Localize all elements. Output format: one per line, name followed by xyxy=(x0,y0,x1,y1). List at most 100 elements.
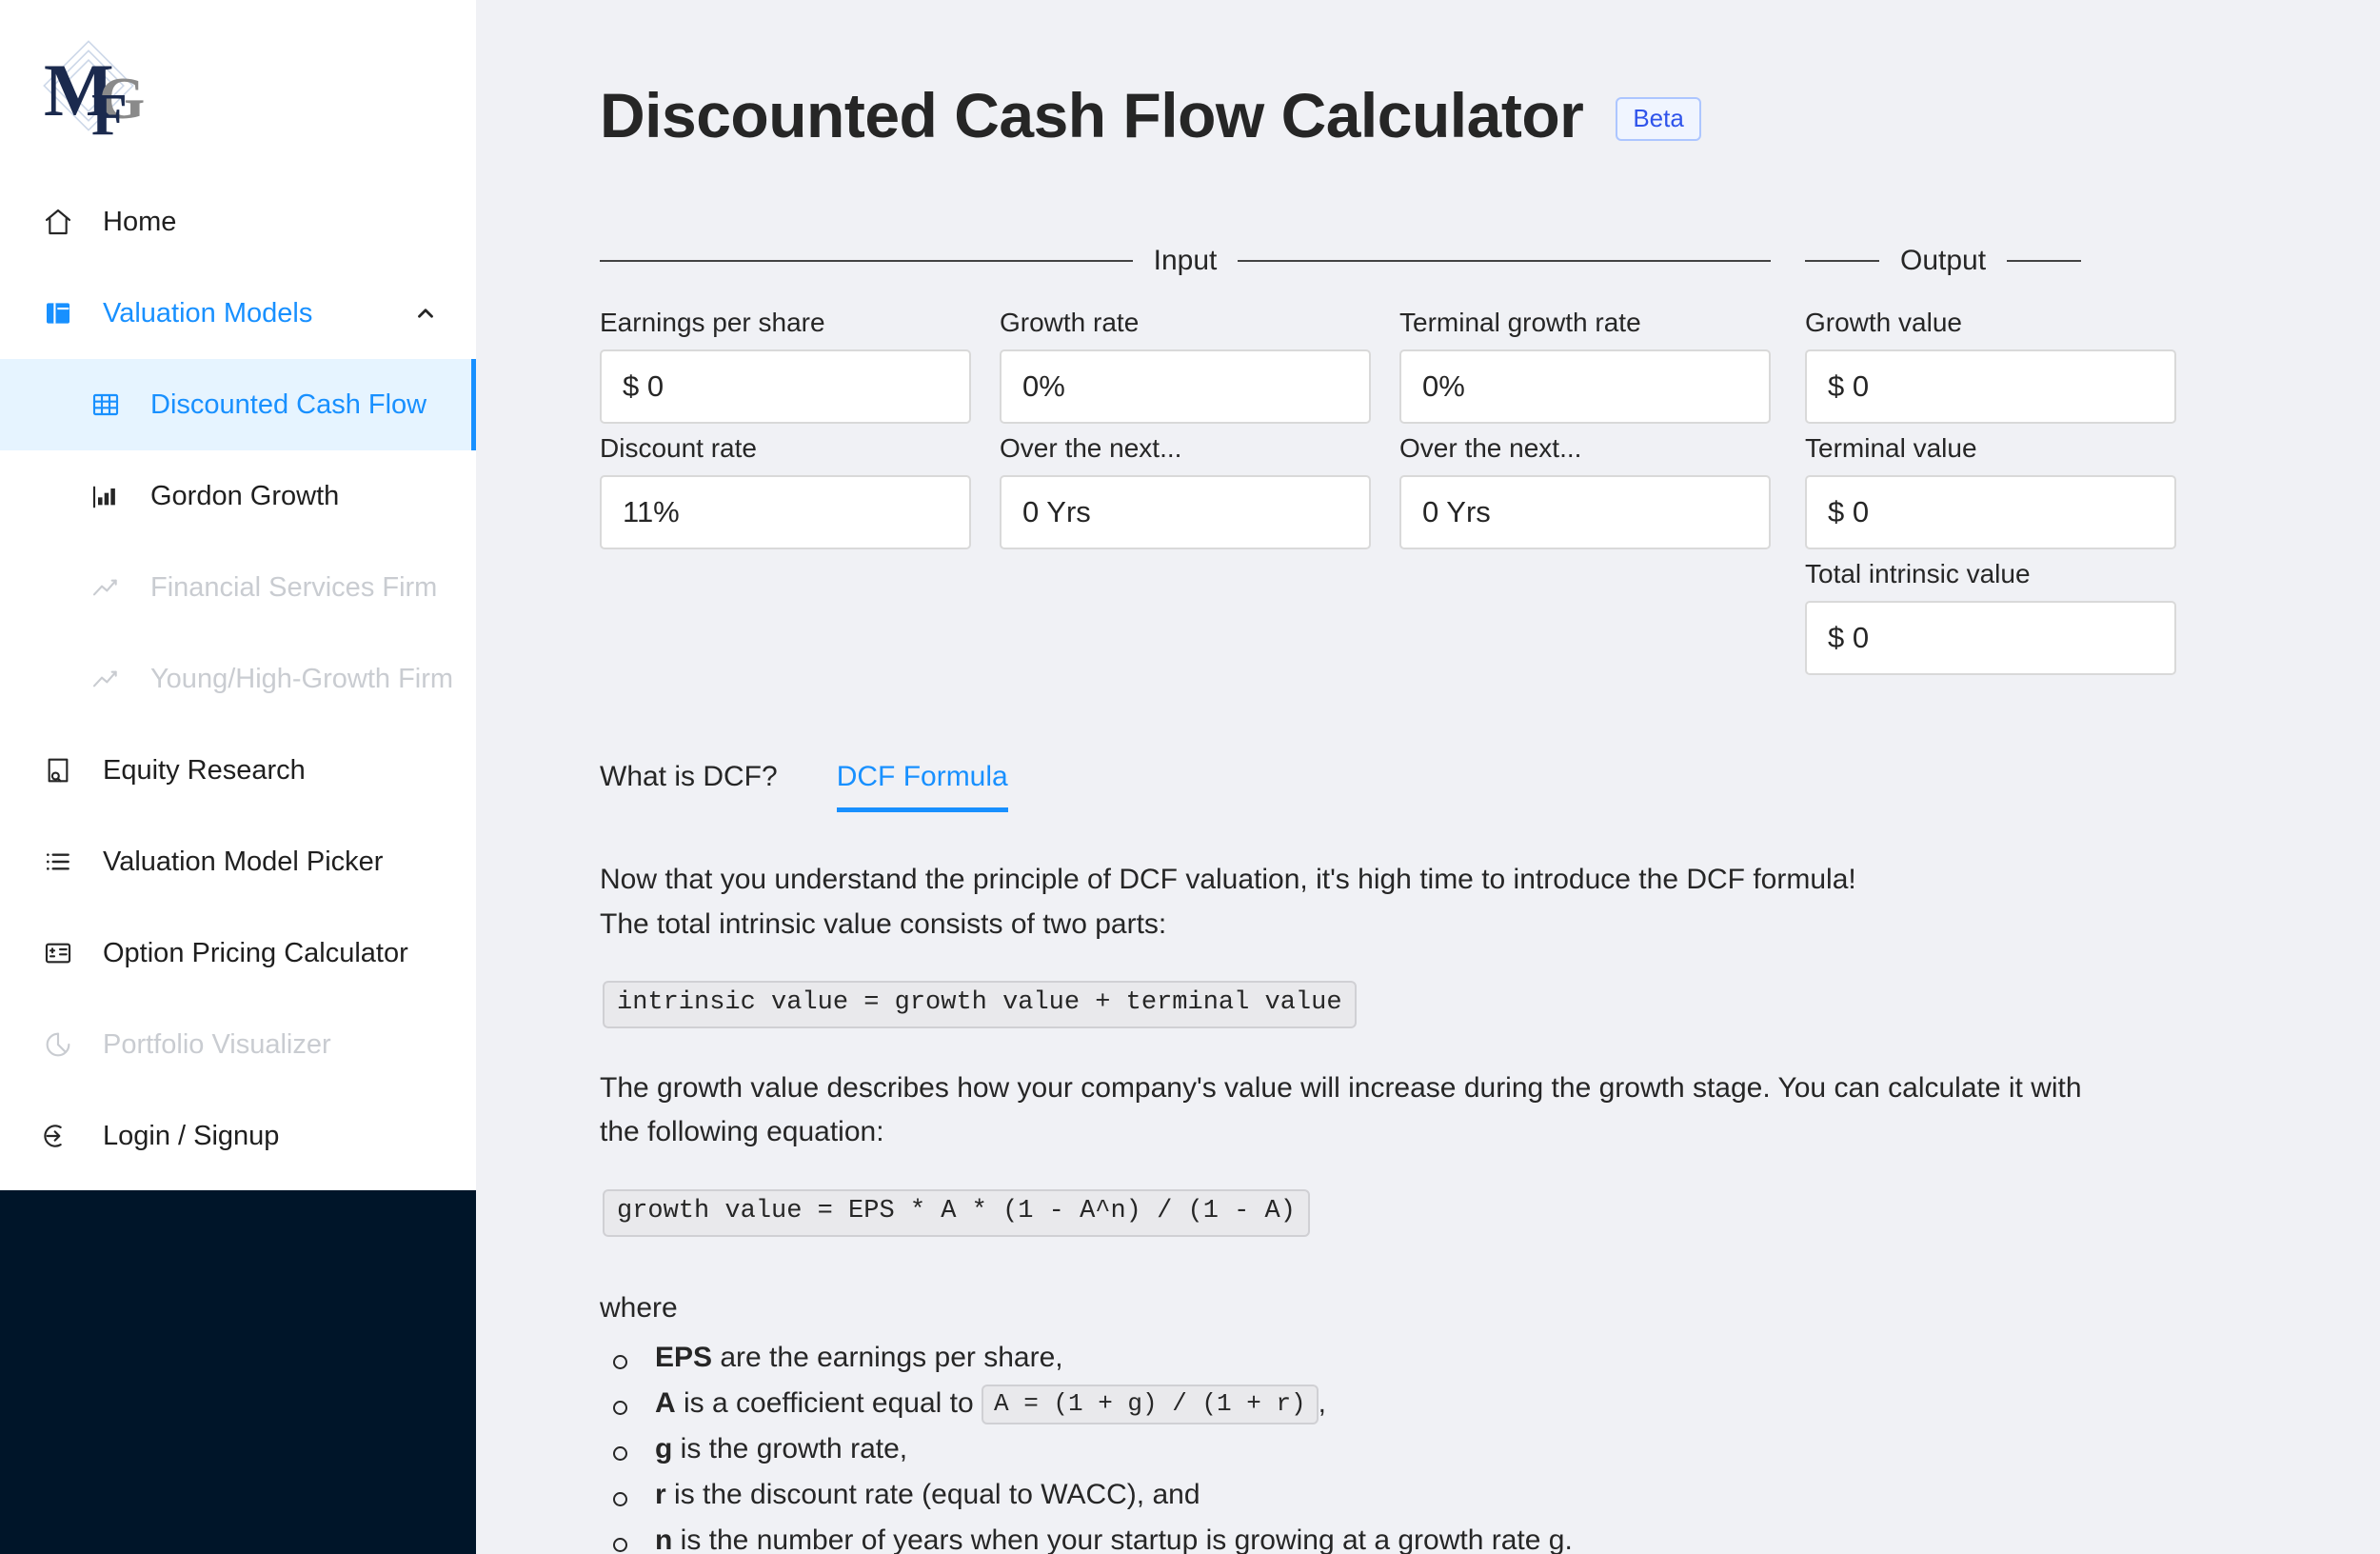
field-label: Discount rate xyxy=(600,433,757,463)
sidebar-nav: Home Valuation Models Discounted Cash Fl… xyxy=(0,176,476,1182)
sidebar-item-label: Home xyxy=(103,206,177,237)
field-label: Earnings per share xyxy=(600,308,825,337)
earnings-per-share-input[interactable]: $ 0 xyxy=(600,349,971,424)
code-growth-value: growth value = EPS * A * (1 - A^n) / (1 … xyxy=(603,1188,1310,1237)
input-column-2: Growth rate 0% Over the next... 0 Yrs xyxy=(1000,309,1371,549)
tab-dcf-formula[interactable]: DCF Formula xyxy=(836,763,1008,812)
def-text: is a coefficient equal to xyxy=(675,1386,982,1419)
field-terminal-value: Terminal value $ 0 xyxy=(1805,435,2176,549)
sidebar-item-label: Financial Services Firm xyxy=(150,571,438,603)
def-symbol: g xyxy=(655,1433,673,1464)
field-label: Over the next... xyxy=(1000,433,1182,463)
bar-chart-icon xyxy=(89,480,122,512)
legend-rule-left xyxy=(1805,260,1879,262)
sidebar-item-discounted-cash-flow[interactable]: Discounted Cash Flow xyxy=(0,359,476,450)
sidebar-item-young-high-growth-firm: Young/High-Growth Firm xyxy=(0,633,476,725)
terminal-growth-rate-input[interactable]: 0% xyxy=(1399,349,1771,424)
input-column-1: Earnings per share $ 0 Discount rate 11% xyxy=(600,309,971,549)
field-label: Terminal value xyxy=(1805,433,1977,463)
page-header: Discounted Cash Flow Calculator Beta xyxy=(476,0,2380,147)
input-legend-label: Input xyxy=(1153,245,1218,276)
sidebar-item-financial-services-firm: Financial Services Firm xyxy=(0,542,476,633)
field-label: Total intrinsic value xyxy=(1805,559,2031,588)
list-icon xyxy=(42,846,74,878)
main-content: Discounted Cash Flow Calculator Beta Inp… xyxy=(476,0,2380,1554)
code-intrinsic-value: intrinsic value = growth value + termina… xyxy=(603,981,1357,1028)
tab-what-is-dcf[interactable]: What is DCF? xyxy=(600,763,778,812)
sidebar-item-label: Portfolio Visualizer xyxy=(103,1028,331,1060)
list-item: n is the number of years when your start… xyxy=(600,1518,2247,1554)
sidebar-item-home[interactable]: Home xyxy=(0,176,476,268)
sidebar-item-label: Young/High-Growth Firm xyxy=(150,663,454,694)
terminal-years-input[interactable]: 0 Yrs xyxy=(1399,475,1771,549)
output-legend: Output xyxy=(1805,247,2186,275)
tabs: What is DCF? DCF Formula xyxy=(600,763,2380,812)
sidebar-item-label: Valuation Model Picker xyxy=(103,846,384,877)
def-text: is the discount rate (equal to WACC), an… xyxy=(665,1479,1200,1510)
code-block-growth-value: growth value = EPS * A * (1 - A^n) / (1 … xyxy=(603,1188,2247,1237)
layout-sidebar-icon xyxy=(42,297,74,329)
field-label: Growth value xyxy=(1805,308,1962,337)
list-item: r is the discount rate (equal to WACC), … xyxy=(600,1472,2247,1518)
list-item: EPS are the earnings per share, xyxy=(600,1335,2247,1381)
app-root: M G F Home Valuation Models Discounted C… xyxy=(0,0,2380,1554)
sidebar-item-label: Valuation Models xyxy=(103,297,313,329)
sidebar: M G F Home Valuation Models Discounted C… xyxy=(0,0,476,1554)
total-intrinsic-value-output: $ 0 xyxy=(1805,601,2176,675)
field-growth-years: Over the next... 0 Yrs xyxy=(1000,435,1371,549)
sidebar-item-login-signup[interactable]: Login / Signup xyxy=(0,1090,476,1182)
article-content: Now that you understand the principle of… xyxy=(476,858,2380,1554)
field-total-intrinsic-value: Total intrinsic value $ 0 xyxy=(1805,561,2176,675)
sidebar-item-equity-research[interactable]: Equity Research xyxy=(0,725,476,816)
where-label: where xyxy=(600,1291,678,1324)
table-icon xyxy=(89,388,122,421)
field-label: Growth rate xyxy=(1000,308,1140,337)
sidebar-item-label: Option Pricing Calculator xyxy=(103,937,408,968)
legend-rule-left xyxy=(600,260,1133,262)
field-label: Over the next... xyxy=(1399,433,1582,463)
file-search-icon xyxy=(42,754,74,787)
mfg-monogram-logo: M G F xyxy=(43,39,145,140)
def-text: is the number of years when your startup… xyxy=(672,1524,1573,1554)
growth-rate-input[interactable]: 0% xyxy=(1000,349,1371,424)
terminal-value-output: $ 0 xyxy=(1805,475,2176,549)
sidebar-footer xyxy=(0,1190,476,1554)
sidebar-item-valuation-model-picker[interactable]: Valuation Model Picker xyxy=(0,816,476,907)
paragraph-growth-value: The growth value describes how your comp… xyxy=(600,1071,2082,1148)
sidebar-item-option-pricing-calculator[interactable]: Option Pricing Calculator xyxy=(0,907,476,999)
code-block-intrinsic-value: intrinsic value = growth value + termina… xyxy=(603,981,2247,1028)
sidebar-item-gordon-growth[interactable]: Gordon Growth xyxy=(0,450,476,542)
legend-rule-right xyxy=(2007,260,2082,262)
def-symbol: EPS xyxy=(655,1341,713,1373)
pie-chart-icon xyxy=(42,1028,74,1061)
code-coefficient-a: A = (1 + g) / (1 + r) xyxy=(982,1384,1319,1424)
discount-rate-input[interactable]: 11% xyxy=(600,475,971,549)
sidebar-item-valuation-models[interactable]: Valuation Models xyxy=(0,268,476,359)
definitions-list: EPS are the earnings per share, A is a c… xyxy=(600,1335,2247,1554)
field-growth-rate: Growth rate 0% xyxy=(1000,309,1371,424)
calculator-section: Input Earnings per share $ 0 Discount ra… xyxy=(476,247,2380,675)
field-earnings-per-share: Earnings per share $ 0 xyxy=(600,309,971,424)
def-text: is the growth rate, xyxy=(672,1433,908,1464)
def-symbol: A xyxy=(655,1386,676,1419)
login-icon xyxy=(42,1120,74,1152)
tabs-container: What is DCF? DCF Formula xyxy=(476,763,2380,812)
growth-years-input[interactable]: 0 Yrs xyxy=(1000,475,1371,549)
output-fields: Growth value $ 0 Terminal value $ 0 Tota… xyxy=(1805,309,2186,675)
def-symbol: r xyxy=(655,1479,666,1510)
sidebar-item-label: Equity Research xyxy=(103,754,306,786)
field-terminal-years: Over the next... 0 Yrs xyxy=(1399,435,1771,549)
sidebar-item-label: Gordon Growth xyxy=(150,480,340,511)
field-label: Terminal growth rate xyxy=(1399,308,1641,337)
calculator-icon xyxy=(42,937,74,969)
input-group: Input Earnings per share $ 0 Discount ra… xyxy=(600,245,1772,549)
page-title: Discounted Cash Flow Calculator xyxy=(600,80,1584,150)
field-growth-value: Growth value $ 0 xyxy=(1805,309,2176,424)
sidebar-item-portfolio-visualizer: Portfolio Visualizer xyxy=(0,999,476,1090)
logo-container[interactable]: M G F xyxy=(0,0,476,176)
sidebar-item-label: Login / Signup xyxy=(103,1120,280,1151)
list-item: A is a coefficient equal to A = (1 + g) … xyxy=(600,1381,2247,1427)
chevron-up-icon[interactable] xyxy=(413,301,438,326)
def-symbol: n xyxy=(655,1524,673,1554)
